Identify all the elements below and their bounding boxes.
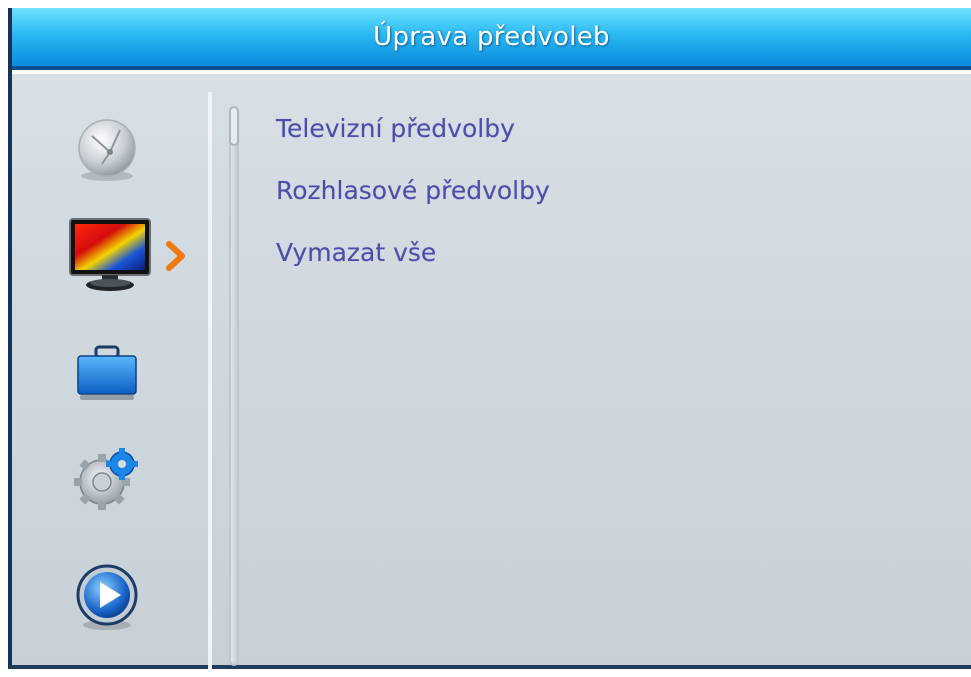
play-icon — [72, 562, 142, 636]
menu-item-tv-presets[interactable]: Televizní předvolby — [276, 98, 876, 160]
tv-monitor-icon — [68, 217, 152, 297]
title-bar: Úprava předvoleb — [12, 8, 971, 70]
preset-edit-screen: Úprava předvoleb Televizní předvolby Roz… — [8, 8, 971, 672]
sidebar-item-tv[interactable] — [52, 212, 192, 302]
gear-settings-icon — [70, 444, 144, 518]
preset-menu: Televizní předvolby Rozhlasové předvolby… — [276, 98, 876, 284]
sidebar-item-tools[interactable] — [52, 330, 162, 420]
menu-item-delete-all[interactable]: Vymazat vše — [276, 222, 876, 284]
content-panel: Televizní předvolby Rozhlasové předvolby… — [12, 70, 971, 672]
sidebar-divider — [208, 92, 212, 672]
scrollbar-track — [229, 106, 239, 666]
satellite-dish-icon — [72, 114, 142, 188]
menu-item-radio-presets[interactable]: Rozhlasové předvolby — [276, 160, 876, 222]
chevron-right-icon — [164, 240, 188, 276]
page-title: Úprava předvoleb — [373, 22, 610, 52]
sidebar-item-satellite[interactable] — [52, 106, 162, 196]
sidebar-item-media[interactable] — [52, 554, 162, 644]
sidebar-item-settings[interactable] — [52, 436, 162, 526]
scrollbar-thumb[interactable] — [229, 106, 239, 146]
scrollbar[interactable] — [226, 106, 242, 668]
briefcase-icon — [72, 343, 142, 407]
sidebar-icons — [52, 74, 202, 669]
tv-osd-frame: Úprava předvoleb Televizní předvolby Roz… — [0, 0, 971, 677]
